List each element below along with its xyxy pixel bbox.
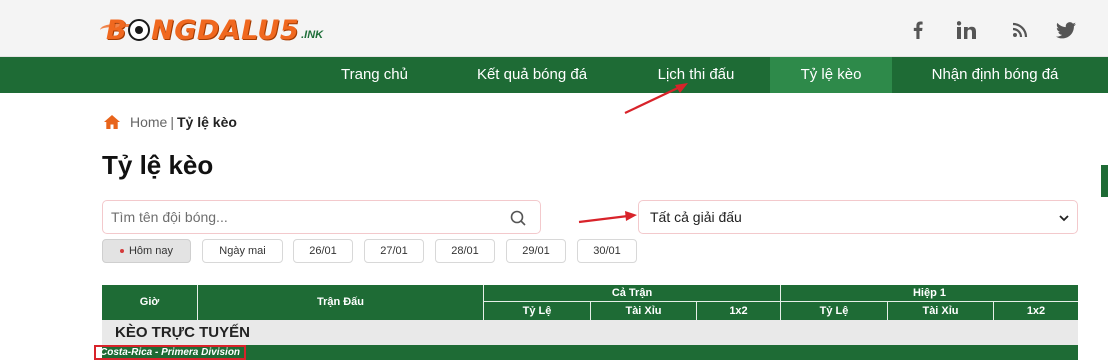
chevron-down-icon xyxy=(1059,215,1069,222)
active-dot-icon xyxy=(119,249,124,254)
date-filter-label: 28/01 xyxy=(451,245,479,257)
column-header-over-under-h1: Tài Xỉu xyxy=(888,302,994,320)
logo-swoosh xyxy=(100,24,130,36)
logo-text-part-2: NGDALU5 xyxy=(151,14,300,46)
section-live-odds: KÈO TRỰC TUYẾN xyxy=(102,320,1078,345)
breadcrumb-home-link[interactable]: Home xyxy=(130,114,167,130)
date-filter-label: 26/01 xyxy=(309,245,337,257)
nav-item-predictions[interactable]: Nhận định bóng đá xyxy=(904,57,1086,93)
nav-item-odds[interactable]: Tỷ lệ kèo xyxy=(770,57,892,93)
search-icon[interactable] xyxy=(510,210,526,226)
facebook-icon[interactable] xyxy=(906,18,930,42)
league-select[interactable]: Tất cả giải đấu xyxy=(638,200,1078,234)
date-filter-27-01[interactable]: 27/01 xyxy=(364,239,424,263)
breadcrumb-current: Tỷ lệ kèo xyxy=(177,114,237,130)
date-filter-30-01[interactable]: 30/01 xyxy=(577,239,637,263)
column-header-handicap: Tỷ Lệ xyxy=(484,302,591,320)
annotation-arrow-schedule xyxy=(624,83,688,114)
date-filter-label: 29/01 xyxy=(522,245,550,257)
nav-item-home[interactable]: Trang chủ xyxy=(322,57,427,93)
date-filter-label: 27/01 xyxy=(380,245,408,257)
team-search xyxy=(102,200,541,234)
rss-icon[interactable] xyxy=(1008,18,1032,42)
column-header-over-under: Tài Xỉu xyxy=(591,302,697,320)
league-select-value: Tất cả giải đấu xyxy=(650,209,742,225)
date-filter-today[interactable]: Hôm nay xyxy=(102,239,191,263)
column-header-1x2-h1: 1x2 xyxy=(994,302,1078,320)
date-filter-29-01[interactable]: 29/01 xyxy=(506,239,566,263)
annotation-arrow-league-select xyxy=(578,211,637,224)
date-filter-26-01[interactable]: 26/01 xyxy=(293,239,353,263)
soccer-ball-icon xyxy=(128,19,151,41)
league-row[interactable] xyxy=(102,345,1078,360)
column-header-time: Giờ xyxy=(102,285,198,320)
date-filter-label: Hôm nay xyxy=(128,245,174,257)
odds-table: Giờ Trận Đấu Cả Trận Hiệp 1 Tỷ Lệ Tài Xỉ… xyxy=(94,285,1078,360)
side-tab[interactable] xyxy=(1101,165,1108,197)
column-header-1x2: 1x2 xyxy=(697,302,781,320)
column-header-handicap-h1: Tỷ Lệ xyxy=(781,302,888,320)
nav-item-results[interactable]: Kết quả bóng đá xyxy=(452,57,612,93)
site-logo[interactable]: B NGDALU5 .INK xyxy=(100,14,324,46)
league-name[interactable]: Costa-Rica - Primera Division xyxy=(94,345,247,360)
logo-suffix: .INK xyxy=(301,29,324,41)
breadcrumb: Home | Tỷ lệ kèo xyxy=(104,114,237,130)
main-nav: Trang chủ Kết quả bóng đá Lịch thi đấu T… xyxy=(0,57,1108,93)
home-icon[interactable] xyxy=(104,115,120,129)
date-filter-label: 30/01 xyxy=(593,245,621,257)
column-header-full-match: Cả Trận xyxy=(484,285,781,302)
linkedin-icon[interactable] xyxy=(956,18,980,42)
date-filter-tomorrow[interactable]: Ngày mai xyxy=(202,239,283,263)
top-bar: B NGDALU5 .INK xyxy=(0,0,1108,57)
breadcrumb-separator: | xyxy=(170,114,174,130)
page-title: Tỷ lệ kèo xyxy=(102,150,214,180)
team-search-input[interactable] xyxy=(103,201,483,233)
date-filter-28-01[interactable]: 28/01 xyxy=(435,239,495,263)
column-header-first-half: Hiệp 1 xyxy=(781,285,1078,302)
twitter-icon[interactable] xyxy=(1054,18,1078,42)
column-header-match: Trận Đấu xyxy=(198,285,484,320)
date-filter-label: Ngày mai xyxy=(219,245,266,257)
